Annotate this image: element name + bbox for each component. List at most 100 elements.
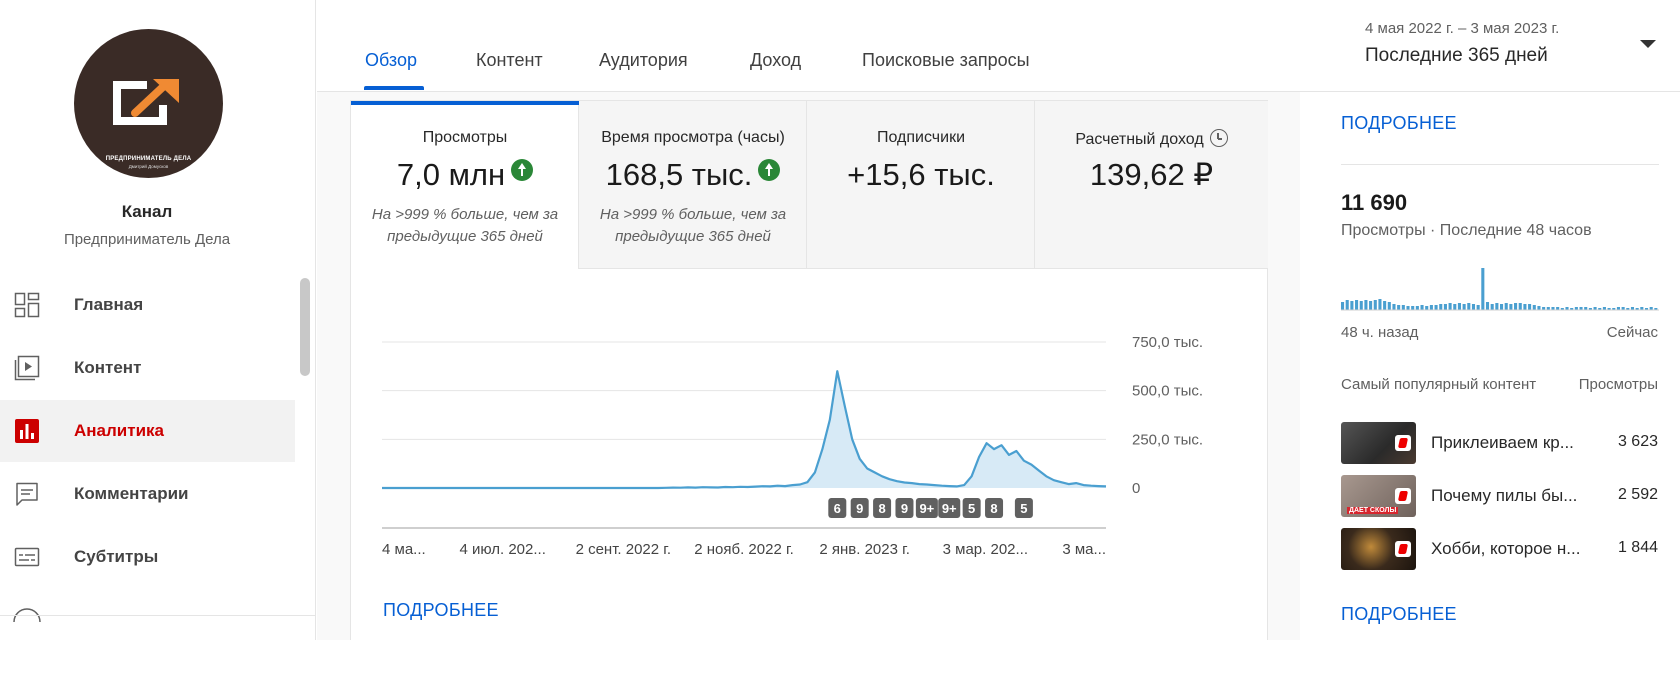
sidebar-item-comments[interactable]: Комментарии	[0, 463, 295, 525]
realtime-bar	[1462, 304, 1466, 310]
realtime-bar	[1359, 301, 1363, 310]
realtime-bar	[1397, 305, 1401, 310]
tab-content[interactable]: Контент	[476, 50, 543, 71]
sidebar-divider	[0, 615, 315, 616]
panel-divider	[1341, 164, 1659, 165]
video-content-icon	[14, 355, 40, 381]
metric-subscribers[interactable]: Подписчики +15,6 тыс.	[807, 101, 1035, 269]
active-tab-indicator	[364, 86, 424, 90]
realtime-bar	[1401, 305, 1405, 310]
realtime-bar	[1481, 268, 1485, 310]
x-tick-label: 3 мар. 202...	[943, 541, 1028, 558]
annotation-marker-label: 9	[901, 501, 908, 516]
realtime-bar	[1420, 305, 1424, 310]
metric-watch-time[interactable]: Время просмотра (часы) 168,5 тыс. На >99…	[579, 101, 807, 269]
shorts-icon	[1395, 488, 1411, 504]
shorts-icon	[1395, 435, 1411, 451]
sidebar-item-content[interactable]: Контент	[0, 337, 295, 399]
annotation-marker-label: 9	[856, 501, 863, 516]
metric-views[interactable]: Просмотры 7,0 млн На >999 % больше, чем …	[351, 101, 579, 269]
sidebar-item-subtitles[interactable]: Субтитры	[0, 526, 295, 588]
trend-up-icon	[511, 159, 534, 181]
realtime-views-value: 11 690	[1341, 190, 1408, 215]
annotation-marker-label: 9+	[919, 501, 934, 516]
realtime-bar	[1528, 304, 1532, 310]
annotation-marker-label: 8	[878, 501, 885, 516]
views-line-chart[interactable]: 750,0 тыс.500,0 тыс.250,0 тыс.06 9 8 9 9+ 9+ 5…	[350, 260, 1268, 560]
more-details-link[interactable]: ПОДРОБНЕЕ	[383, 600, 499, 621]
realtime-bar	[1373, 300, 1377, 310]
chart-area-fill	[382, 371, 1106, 488]
realtime-bar	[1467, 303, 1471, 310]
sidebar-item-analytics[interactable]: Аналитика	[0, 400, 295, 462]
video-title: Хобби, которое н...	[1431, 539, 1581, 558]
channel-avatar[interactable]: ПРЕДПРИНИМАТЕЛЬ ДЕЛА Дмитрий Домусков	[74, 29, 223, 178]
x-tick-label: 2 нояб. 2022 г.	[694, 541, 794, 558]
video-thumbnail: ДАЕТ СКОЛЫ	[1341, 475, 1416, 517]
annotation-marker-label: 8	[990, 501, 997, 516]
realtime-bar	[1369, 301, 1373, 310]
metric-value: 7,0 млн	[351, 157, 579, 193]
date-range[interactable]: 4 мая 2022 г. – 3 мая 2023 г.	[1365, 20, 1559, 37]
video-thumbnail	[1341, 528, 1416, 570]
annotation-marker-label: 5	[968, 501, 975, 516]
chevron-down-icon[interactable]	[1640, 40, 1656, 48]
realtime-bar	[1485, 302, 1490, 310]
realtime-bar	[1345, 300, 1349, 310]
realtime-more-link[interactable]: ПОДРОБНЕЕ	[1341, 113, 1457, 134]
top-content-item[interactable]: Хобби, которое н... 1 844	[1341, 528, 1658, 570]
metric-revenue[interactable]: Расчетный доход 139,62 ₽	[1035, 101, 1268, 269]
realtime-bar	[1350, 301, 1354, 310]
tab-overview[interactable]: Обзор	[365, 50, 417, 71]
sidebar-scrollbar[interactable]	[300, 278, 310, 376]
sidebar-item-dashboard[interactable]: Главная	[0, 274, 295, 336]
top-content-item[interactable]: Приклеиваем кр... 3 623	[1341, 422, 1658, 464]
channel-label: Канал	[121, 202, 173, 221]
analytics-icon	[15, 419, 39, 443]
trend-up-icon	[758, 159, 781, 181]
tab-audience[interactable]: Аудитория	[599, 50, 688, 71]
realtime-bar	[1532, 305, 1536, 310]
x-tick-label: 4 ма...	[382, 541, 426, 558]
sidebar-item-label: Аналитика	[74, 421, 164, 440]
x-tick-label: 2 янв. 2023 г.	[819, 541, 910, 558]
metric-title: Просмотры	[422, 129, 508, 146]
top-content-more-link[interactable]: ПОДРОБНЕЕ	[1341, 604, 1457, 625]
top-content-item[interactable]: ДАЕТ СКОЛЫ Почему пилы бы... 2 592	[1341, 475, 1658, 517]
video-views: 3 623	[1617, 433, 1658, 450]
realtime-bar	[1495, 303, 1499, 310]
tab-search-queries[interactable]: Поисковые запросы	[862, 50, 1030, 71]
realtime-bar	[1364, 300, 1368, 310]
video-views: 1 844	[1617, 539, 1658, 556]
realtime-bar	[1406, 306, 1410, 310]
metric-active-indicator	[351, 101, 579, 105]
realtime-bar-chart[interactable]	[1341, 262, 1659, 312]
realtime-bar	[1383, 301, 1387, 310]
annotation-marker-label: 5	[1020, 501, 1027, 516]
shorts-icon	[1395, 541, 1411, 557]
realtime-bar	[1537, 306, 1541, 310]
metric-title-text: Расчетный доход	[1075, 131, 1204, 148]
video-title: Почему пилы бы...	[1431, 486, 1578, 505]
dashboard-icon	[14, 292, 40, 318]
y-tick-label: 250,0 тыс.	[1132, 431, 1203, 448]
date-preset-select[interactable]: Последние 365 дней	[1365, 45, 1548, 67]
y-tick-label: 750,0 тыс.	[1132, 334, 1203, 351]
x-tick-label: 4 июл. 202...	[459, 541, 545, 558]
realtime-bar	[1392, 304, 1396, 310]
realtime-bar	[1523, 304, 1527, 310]
metric-note: На >999 % больше, чем за предыдущие 365 …	[371, 206, 559, 245]
top-content-header: Самый популярный контент	[1341, 376, 1537, 393]
metric-value-text: 7,0 млн	[396, 157, 506, 192]
metric-value: 139,62 ₽	[1089, 157, 1214, 192]
metric-title: Время просмотра (часы)	[601, 129, 785, 146]
sidebar: ПРЕДПРИНИМАТЕЛЬ ДЕЛА Дмитрий Домусков Ка…	[0, 0, 316, 640]
realtime-bar	[1415, 306, 1419, 310]
realtime-bar	[1476, 305, 1480, 310]
sidebar-item-label: Контент	[74, 358, 142, 377]
tab-revenue[interactable]: Доход	[750, 50, 801, 71]
top-content-views-header: Просмотры	[1578, 376, 1658, 393]
sidebar-item-label: Комментарии	[74, 484, 189, 503]
realtime-bar	[1504, 303, 1508, 310]
realtime-bar	[1500, 304, 1504, 310]
